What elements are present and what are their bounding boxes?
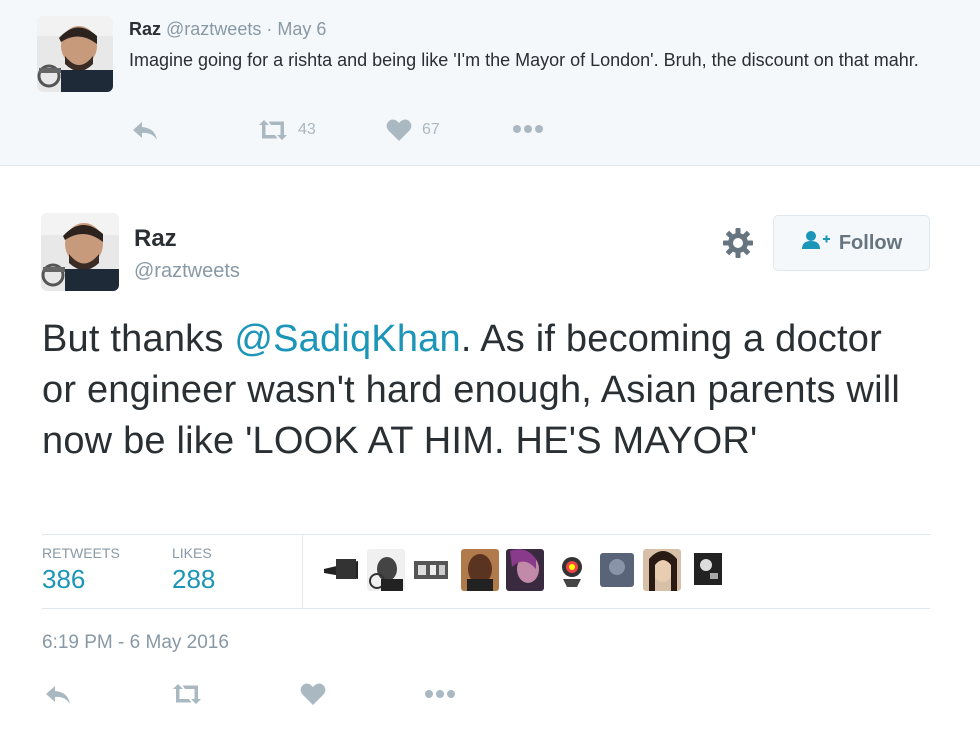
like-button[interactable]: 67: [386, 118, 440, 142]
liker-avatar[interactable]: [461, 549, 499, 591]
gear-icon[interactable]: [722, 227, 754, 259]
main-tweet-text: But thanks @SadiqKhan. As if becoming a …: [42, 314, 922, 467]
retweet-button[interactable]: 43: [258, 118, 316, 142]
reply-icon: [132, 120, 158, 142]
reply-header: Raz @raztweets · May 6: [129, 18, 326, 40]
retweet-icon: [258, 118, 288, 142]
follow-person-icon: [801, 230, 839, 256]
more-icon: [512, 122, 544, 136]
liker-avatar[interactable]: [688, 549, 726, 591]
follow-button-label: Follow: [838, 231, 903, 254]
reply-tweet[interactable]: Raz @raztweets · May 6 Imagine going for…: [0, 0, 980, 166]
reply-author-handle[interactable]: @raztweets: [166, 19, 261, 39]
mention-link[interactable]: @SadiqKhan: [234, 318, 461, 360]
main-author-name[interactable]: Raz: [134, 225, 177, 253]
liker-avatars: [322, 549, 742, 591]
liker-avatar[interactable]: [506, 549, 544, 591]
reply-author-name[interactable]: Raz: [129, 19, 161, 39]
reply-retweet-count: 43: [298, 121, 316, 138]
liker-avatar[interactable]: [367, 549, 405, 591]
more-icon: [424, 687, 456, 701]
reply-button[interactable]: [44, 684, 72, 706]
liker-avatar[interactable]: [598, 549, 636, 591]
stats-divider-bottom: [42, 608, 930, 609]
likes-label: LIKES: [172, 545, 212, 561]
heart-icon: [300, 682, 326, 706]
reply-avatar[interactable]: [37, 16, 113, 92]
main-avatar[interactable]: [41, 213, 119, 291]
reply-date[interactable]: May 6: [277, 19, 326, 39]
follow-button[interactable]: Follow: [773, 215, 930, 271]
more-button[interactable]: [512, 122, 544, 136]
liker-avatar[interactable]: [643, 549, 681, 591]
retweets-label: RETWEETS: [42, 545, 120, 561]
retweet-icon: [171, 682, 203, 706]
heart-icon: [386, 118, 412, 142]
stats-divider-top: [42, 534, 930, 535]
reply-like-count: 67: [422, 121, 440, 138]
reply-action-bar: 43 67: [132, 118, 632, 146]
liker-avatar[interactable]: [322, 549, 360, 591]
retweets-value[interactable]: 386: [42, 564, 85, 595]
stats-vertical-divider: [302, 535, 303, 608]
more-button[interactable]: [424, 687, 456, 701]
retweet-button[interactable]: [171, 682, 203, 706]
reply-icon: [44, 684, 72, 706]
reply-button[interactable]: [132, 120, 158, 142]
liker-avatar[interactable]: [553, 549, 591, 591]
tweet-text-before: But thanks: [42, 318, 235, 360]
reply-separator: ·: [266, 19, 273, 39]
main-author-handle[interactable]: @raztweets: [134, 260, 240, 283]
reply-text: Imagine going for a rishta and being lik…: [129, 50, 919, 70]
likes-value[interactable]: 288: [172, 564, 215, 595]
tweet-timestamp[interactable]: 6:19 PM - 6 May 2016: [42, 632, 229, 654]
liker-avatar[interactable]: [412, 549, 450, 591]
main-action-bar: [44, 680, 544, 710]
like-button[interactable]: [300, 682, 326, 706]
